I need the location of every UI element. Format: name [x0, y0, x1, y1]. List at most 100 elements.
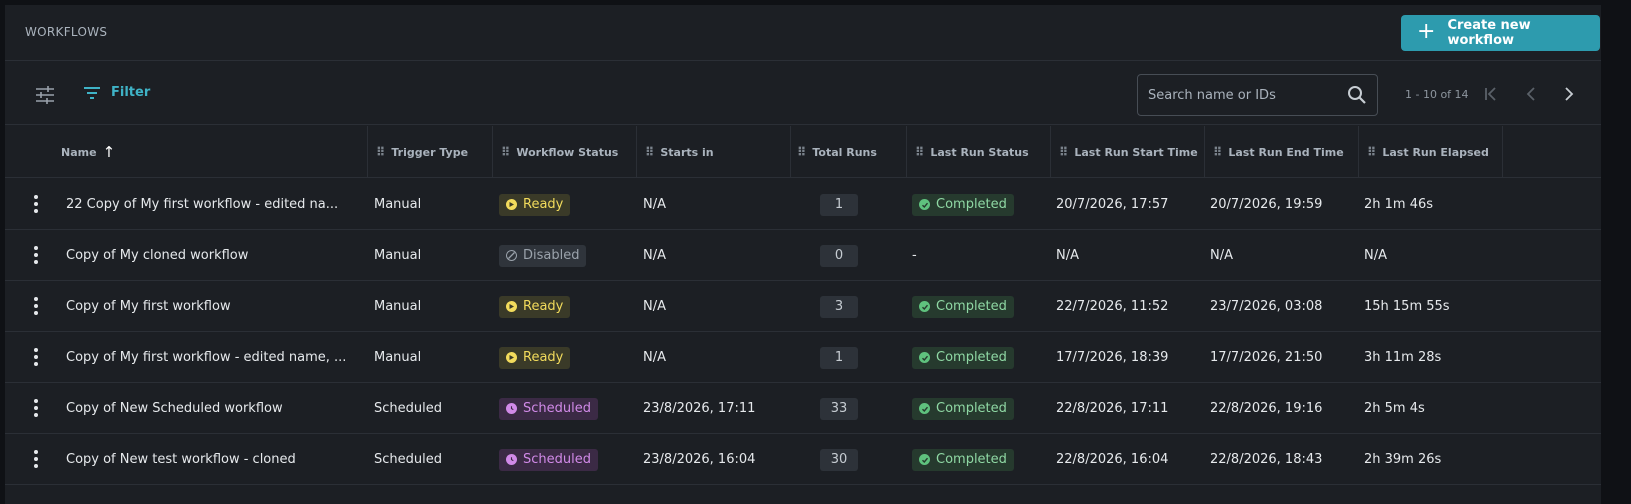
trigger-type: Manual	[374, 299, 422, 314]
last-run-status-text: Completed	[936, 452, 1007, 467]
table-row[interactable]: 22 Copy of My first workflow - edited na…	[5, 179, 1601, 230]
column-header-last-run-elapsed[interactable]: ⠿ Last Run Elapsed	[1359, 126, 1503, 178]
workflow-status-badge: Ready	[499, 295, 571, 318]
last-run-status-cell: Completed	[912, 434, 1014, 485]
row-menu-icon[interactable]	[33, 246, 39, 264]
drag-handle-icon[interactable]: ⠿	[645, 145, 654, 159]
check-circle-icon	[919, 454, 930, 465]
workflow-name[interactable]: Copy of New test workflow - cloned	[66, 434, 356, 485]
last-run-elapsed: 15h 15m 55s	[1364, 299, 1450, 314]
workflow-status-badge: Ready	[499, 346, 571, 369]
column-settings-icon[interactable]	[33, 83, 57, 107]
next-page-icon[interactable]	[1558, 83, 1580, 105]
column-header-total-runs[interactable]: ⠿ Total Runs	[791, 126, 907, 178]
last-run-start-time: 17/7/2026, 18:39	[1056, 350, 1169, 365]
trigger-type: Manual	[374, 350, 422, 365]
row-menu-icon[interactable]	[33, 399, 39, 417]
starts-in: N/A	[643, 350, 666, 365]
search-icon[interactable]	[1347, 85, 1367, 105]
column-header-workflow-status[interactable]: ⠿ Workflow Status	[493, 126, 637, 178]
ready-status-icon	[506, 199, 517, 210]
column-label: Name	[61, 145, 97, 159]
starts-in: N/A	[643, 248, 666, 263]
table-row[interactable]: Copy of New test workflow - cloned Sched…	[5, 434, 1601, 485]
ready-status-icon	[506, 352, 517, 363]
column-header-last-run-status[interactable]: ⠿ Last Run Status	[907, 126, 1051, 178]
last-run-status-cell: Completed	[912, 179, 1014, 230]
workflow-name[interactable]: Copy of My first workflow - edited name,…	[66, 332, 356, 383]
starts-in: N/A	[643, 299, 666, 314]
table-toolbar: Filter 1 - 10 of 14	[5, 61, 1601, 125]
first-page-icon[interactable]	[1480, 83, 1502, 105]
last-run-start-time: N/A	[1056, 248, 1079, 263]
drag-handle-icon[interactable]: ⠿	[797, 145, 806, 159]
column-header-last-run-end-time[interactable]: ⠿ Last Run End Time	[1205, 126, 1359, 178]
total-runs-cell: 0	[820, 230, 858, 281]
column-label: Workflow Status	[516, 145, 619, 159]
plus-icon: +	[1417, 19, 1436, 44]
last-run-status-cell: Completed	[912, 383, 1014, 434]
scheduled-status-icon	[506, 403, 517, 414]
last-run-start-time: 22/8/2026, 17:11	[1056, 401, 1169, 416]
previous-page-icon[interactable]	[1520, 83, 1542, 105]
drag-handle-icon[interactable]: ⠿	[1059, 145, 1068, 159]
column-label: Last Run Elapsed	[1382, 145, 1489, 159]
create-workflow-button[interactable]: + Create new workflow	[1401, 15, 1600, 51]
last-run-status-badge: Completed	[912, 346, 1014, 369]
table-row[interactable]: Copy of My cloned workflow Manual Disabl…	[5, 230, 1601, 281]
ready-status-icon	[506, 301, 517, 312]
table-row[interactable]: Copy of My first workflow - edited name,…	[5, 332, 1601, 383]
table-row[interactable]: Copy of My first workflow Manual Ready N…	[5, 281, 1601, 332]
trigger-type: Scheduled	[374, 401, 442, 416]
last-run-elapsed: 2h 1m 46s	[1364, 197, 1434, 212]
workflow-status-badge: Scheduled	[499, 448, 598, 471]
drag-handle-icon[interactable]: ⠿	[1213, 145, 1222, 159]
workflow-status-badge: Ready	[499, 193, 571, 216]
last-run-status-cell: -	[912, 230, 917, 281]
column-label: Trigger Type	[391, 145, 469, 159]
search-input[interactable]	[1148, 75, 1338, 115]
scheduled-status-icon	[506, 454, 517, 465]
last-run-start-time: 22/8/2026, 16:04	[1056, 452, 1169, 467]
sort-ascending-icon[interactable]: ↑	[103, 143, 116, 161]
last-run-status-text: -	[912, 248, 917, 263]
last-run-end-time: 23/7/2026, 03:08	[1210, 299, 1323, 314]
total-runs-badge: 33	[820, 397, 858, 420]
trigger-type: Manual	[374, 248, 422, 263]
filter-button[interactable]: Filter	[83, 85, 150, 100]
filter-icon	[84, 86, 100, 99]
drag-handle-icon[interactable]: ⠿	[915, 145, 924, 159]
column-header-starts-in[interactable]: ⠿ Starts in	[637, 126, 791, 178]
workflow-name[interactable]: Copy of My first workflow	[66, 281, 356, 332]
column-header-trigger-type[interactable]: ⠿ Trigger Type	[368, 126, 493, 178]
last-run-status-cell: Completed	[912, 281, 1014, 332]
workflow-status-text: Scheduled	[523, 452, 591, 467]
last-run-status-text: Completed	[936, 299, 1007, 314]
total-runs-cell: 1	[820, 179, 858, 230]
column-header-last-run-start-time[interactable]: ⠿ Last Run Start Time	[1051, 126, 1205, 178]
total-runs-cell: 30	[820, 434, 858, 485]
row-menu-icon[interactable]	[33, 195, 39, 213]
column-header-name[interactable]: Name ↑	[5, 126, 368, 178]
table-row[interactable]: Copy of New Scheduled workflow Scheduled…	[5, 383, 1601, 434]
row-menu-icon[interactable]	[33, 297, 39, 315]
column-label: Last Run End Time	[1228, 145, 1344, 159]
page-header: WORKFLOWS + Create new workflow	[5, 5, 1601, 61]
workflow-name[interactable]: Copy of New Scheduled workflow	[66, 383, 356, 434]
drag-handle-icon[interactable]: ⠿	[501, 145, 510, 159]
last-run-elapsed: N/A	[1364, 248, 1387, 263]
last-run-start-time: 20/7/2026, 17:57	[1056, 197, 1169, 212]
row-menu-icon[interactable]	[33, 450, 39, 468]
last-run-status-badge: Completed	[912, 397, 1014, 420]
starts-in: 23/8/2026, 17:11	[643, 401, 756, 416]
drag-handle-icon[interactable]: ⠿	[376, 145, 385, 159]
workflow-status-badge: Disabled	[499, 244, 587, 267]
workflow-status-cell: Disabled	[499, 230, 587, 281]
starts-in: 23/8/2026, 16:04	[643, 452, 756, 467]
workflow-name[interactable]: Copy of My cloned workflow	[66, 230, 356, 281]
total-runs-badge: 1	[820, 346, 858, 369]
drag-handle-icon[interactable]: ⠿	[1367, 145, 1376, 159]
workflow-name[interactable]: 22 Copy of My first workflow - edited na…	[66, 179, 356, 230]
pagination-info: 1 - 10 of 14	[1405, 88, 1469, 101]
row-menu-icon[interactable]	[33, 348, 39, 366]
